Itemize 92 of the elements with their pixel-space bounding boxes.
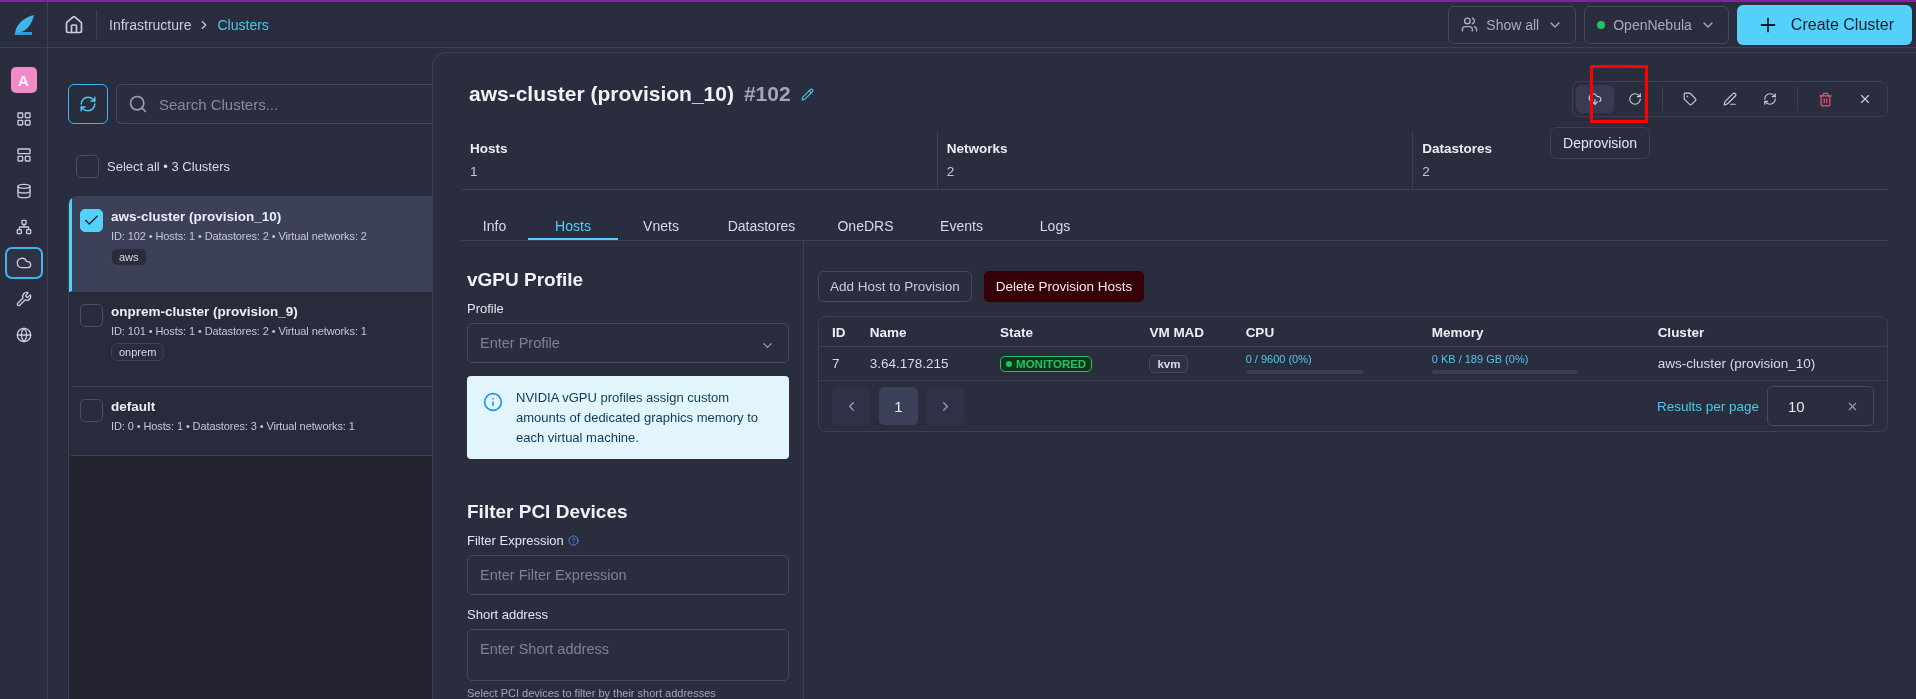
- network-icon: [15, 219, 32, 235]
- cluster-name: onprem-cluster (provision_9): [111, 304, 299, 319]
- pencil-icon[interactable]: [800, 87, 814, 101]
- cluster-list-item[interactable]: onprem-cluster (provision_9) ID: 101 • Hosts: 1 • Datastores: 2 • Virtual networks: 1 onprem: [69, 292, 432, 387]
- create-cluster-button[interactable]: Create Cluster: [1736, 4, 1912, 45]
- helper-text: Select PCI devices to filter by their short addresses: [467, 687, 717, 699]
- cluster-tag: aws: [111, 248, 147, 266]
- breadcrumb-link[interactable]: Infrastructure: [109, 16, 192, 33]
- cluster-tag: onprem: [111, 343, 165, 361]
- column-header: ID: [819, 317, 857, 347]
- memory-usage: 0 KB / 189 GB (0%): [1431, 353, 1530, 365]
- cluster-meta: ID: 101 • Hosts: 1 • Datastores: 2 • Virtual networks: 1: [111, 325, 367, 337]
- select-all-label: Select all • 3 Clusters: [107, 159, 231, 174]
- pen-icon: [1723, 92, 1737, 106]
- cluster-name: aws-cluster (provision_10): [111, 209, 283, 224]
- users-icon: [1461, 16, 1479, 33]
- section-heading: vGPU Profile: [467, 269, 585, 291]
- wrench-icon: [15, 291, 32, 307]
- zone-dropdown[interactable]: OpenNebula: [1584, 5, 1729, 44]
- field-label: Short address: [467, 607, 548, 622]
- search-icon: [128, 94, 148, 114]
- filter-expression-field[interactable]: Enter Filter Expression: [467, 555, 789, 595]
- stat-label: Networks: [946, 141, 1008, 156]
- info-icon: [483, 392, 503, 412]
- table-cell: 7: [819, 346, 857, 381]
- checkbox[interactable]: [80, 209, 103, 232]
- close-icon: [1858, 92, 1872, 106]
- cluster-meta: ID: 0 • Hosts: 1 • Datastores: 3 • Virtual networks: 1: [111, 420, 355, 432]
- help-icon[interactable]: [567, 535, 579, 546]
- stat-value: 1: [470, 164, 478, 179]
- checkbox[interactable]: [80, 399, 103, 422]
- database-icon: [15, 183, 32, 199]
- stat-label: Datastores: [1422, 141, 1493, 156]
- dashboard-icon: [15, 147, 32, 163]
- tab[interactable]: OneDRS: [819, 215, 912, 240]
- column-header: Name: [856, 317, 988, 347]
- results-per-page-label: Results per page: [1656, 398, 1759, 414]
- per-page-select[interactable]: 10: [1767, 386, 1874, 426]
- table-cell: 3.64.178.215: [856, 346, 988, 381]
- refresh-icon: [1763, 92, 1777, 106]
- action-button[interactable]: Delete Provision Hosts: [983, 271, 1145, 302]
- field-label: Profile: [467, 301, 504, 316]
- trash-icon: [1817, 91, 1833, 107]
- cloud-icon: [15, 255, 32, 271]
- tooltip: Deprovision: [1550, 127, 1650, 159]
- per-page-value: 10: [1788, 397, 1805, 415]
- tab[interactable]: Vnets: [618, 215, 704, 240]
- state-badge: MONITORED: [1000, 356, 1093, 372]
- column-header: Cluster: [1644, 317, 1887, 347]
- column-header: VM MAD: [1136, 317, 1233, 347]
- tab[interactable]: Hosts: [528, 215, 618, 240]
- column-header: State: [987, 317, 1137, 347]
- field-label: Filter Expression: [467, 533, 564, 548]
- search-field[interactable]: Search Clusters...: [116, 84, 432, 124]
- cloud-icon: [1588, 92, 1602, 106]
- refresh-icon: [79, 95, 97, 113]
- cluster-list-item[interactable]: aws-cluster (provision_10) ID: 102 • Hosts: 1 • Datastores: 2 • Virtual networks: 2 aws: [69, 197, 432, 292]
- highlight-frame: [1590, 65, 1648, 123]
- cluster-title: aws-cluster (provision_10): [469, 82, 734, 106]
- filter-dropdown[interactable]: Show all: [1448, 5, 1577, 44]
- rotate-icon: [1628, 92, 1642, 106]
- vm-mad-tag: kvm: [1149, 355, 1189, 373]
- column-header: CPU: [1232, 317, 1419, 347]
- checkbox[interactable]: [80, 304, 103, 327]
- home-icon[interactable]: [64, 14, 84, 35]
- cluster-id: #102: [743, 82, 791, 106]
- section-heading: Filter PCI Devices: [467, 501, 629, 523]
- column-header: Memory: [1418, 317, 1645, 347]
- info-text: NVIDIA vGPU profiles assign custom amounts of dedicated graphics memory to each virtual machine.: [516, 389, 760, 447]
- cluster-list-item[interactable]: default ID: 0 • Hosts: 1 • Datastores: 3 • Virtual networks: 1: [69, 387, 432, 456]
- grid-icon: [15, 111, 32, 127]
- action-button[interactable]: Add Host to Provision: [818, 271, 972, 302]
- tab[interactable]: Datastores: [704, 215, 819, 240]
- stat-label: Hosts: [470, 141, 508, 156]
- tag-icon: [1683, 92, 1697, 106]
- short-address-field[interactable]: Enter Short address: [467, 629, 789, 681]
- tab[interactable]: Info: [461, 215, 528, 240]
- profile-select[interactable]: Enter Profile: [467, 323, 789, 363]
- globe-icon: [15, 327, 32, 343]
- stat-value: 2: [1422, 164, 1430, 179]
- cpu-usage: 0 / 9600 (0%): [1245, 353, 1313, 365]
- stat-value: 2: [946, 164, 955, 179]
- tab[interactable]: Logs: [1011, 215, 1099, 240]
- nav-button[interactable]: [4, 247, 43, 279]
- table-cell: aws-cluster (provision_10): [1644, 346, 1887, 381]
- breadcrumb-link[interactable]: Clusters: [217, 16, 269, 33]
- cluster-name: default: [111, 399, 157, 414]
- page-button[interactable]: 1: [879, 387, 918, 425]
- refresh-button[interactable]: [68, 84, 108, 124]
- tab[interactable]: Events: [912, 215, 1011, 240]
- checkbox[interactable]: [76, 155, 99, 178]
- cluster-meta: ID: 102 • Hosts: 1 • Datastores: 2 • Virtual networks: 2: [111, 230, 367, 242]
